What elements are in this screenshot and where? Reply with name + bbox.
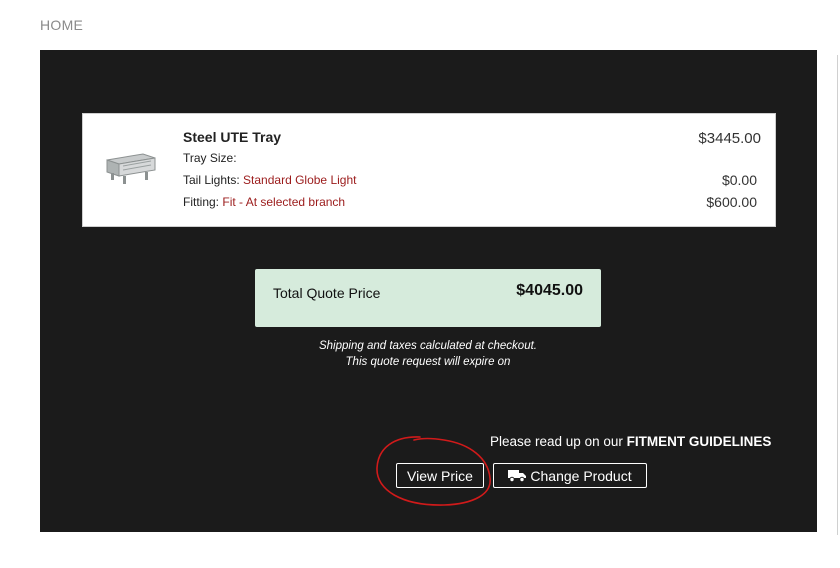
- option-label: Tray Size:: [183, 151, 237, 165]
- total-label: Total Quote Price: [273, 285, 381, 301]
- ute-tray-image: [106, 153, 156, 184]
- option-value: Standard Globe Light: [243, 173, 357, 187]
- change-product-label: Change Product: [530, 467, 632, 484]
- expiry-note: This quote request will expire on: [345, 356, 511, 368]
- option-tray-size: Tray Size:: [183, 151, 237, 165]
- option-label: Tail Lights:: [183, 173, 240, 187]
- product-price: $3445.00: [698, 130, 761, 147]
- fitting-price: $600.00: [706, 194, 757, 210]
- annotation-circle: [376, 436, 491, 506]
- change-product-button[interactable]: Change Product: [493, 463, 647, 488]
- option-value: Fit - At selected branch: [222, 195, 346, 209]
- tail-lights-price: $0.00: [721, 172, 757, 188]
- breadcrumb-home[interactable]: HOME: [40, 17, 83, 33]
- fitment-notice: Please read up on our FITMENT GUIDELINES: [490, 434, 771, 449]
- cart-item: Steel UTE Tray $3445.00 Tray Size: Tail …: [82, 113, 776, 227]
- truck-icon: [508, 470, 527, 482]
- option-tail-lights: Tail Lights: Standard Globe Light: [183, 173, 356, 187]
- total-value: $4045.00: [516, 282, 583, 299]
- shipping-note: Shipping and taxes calculated at checkou…: [318, 340, 537, 352]
- option-fitting: Fitting: Fit - At selected branch: [183, 195, 345, 209]
- fitment-prefix: Please read up on our: [490, 434, 623, 449]
- option-label: Fitting:: [183, 195, 220, 209]
- fitment-guidelines-link[interactable]: FITMENT GUIDELINES: [627, 434, 772, 449]
- total-quote-box: Total Quote Price $4045.00: [255, 269, 601, 327]
- product-name: Steel UTE Tray: [183, 129, 282, 145]
